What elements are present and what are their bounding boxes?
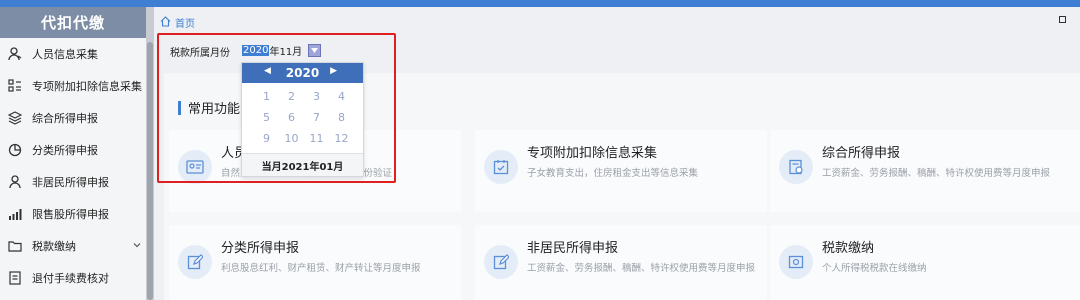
chevron-down-icon[interactable] — [132, 240, 142, 253]
sidebar-item-tax-payment[interactable]: 税款缴纳 — [0, 230, 146, 262]
person-icon — [7, 46, 23, 62]
user-outline-icon — [7, 174, 23, 190]
sidebar-item-label: 专项附加扣除信息采集 — [32, 80, 142, 93]
sidebar-item-category-income[interactable]: 分类所得申报 — [0, 134, 146, 166]
breadcrumb: 首页 — [160, 15, 195, 30]
breadcrumb-home[interactable]: 首页 — [175, 15, 195, 30]
sidebar-item-special-deduction[interactable]: 专项附加扣除信息采集 — [0, 70, 146, 102]
sidebar-item-label: 税款缴纳 — [32, 240, 76, 253]
sidebar-item-personnel-info[interactable]: 人员信息采集 — [0, 38, 146, 70]
pie-clock-icon — [7, 142, 23, 158]
tile-special-deduction[interactable]: 专项附加扣除信息采集 子女教育支出，住房租金支出等信息采集 — [475, 130, 767, 212]
sidebar-item-nonresident-income[interactable]: 非居民所得申报 — [0, 166, 146, 198]
tile-comprehensive-income[interactable]: 综合所得申报 工资薪金、劳务报酬、稿酬、特许权使用费等月度申报 — [770, 130, 1080, 212]
tile-tax-payment[interactable]: 税款缴纳 个人所得税税款在线缴纳 — [770, 225, 1080, 300]
sidebar-item-label: 非居民所得申报 — [32, 176, 109, 189]
tile-title: 分类所得申报 — [221, 241, 300, 256]
layers-icon — [7, 110, 23, 126]
tile-title: 综合所得申报 — [822, 146, 901, 161]
tile-title: 非居民所得申报 — [527, 241, 619, 256]
document-icon — [7, 270, 23, 286]
sidebar-item-label: 限售股所得申报 — [32, 208, 109, 221]
tile-desc: 个人所得税税款在线缴纳 — [822, 263, 927, 274]
grid-list-icon — [7, 78, 23, 94]
tile-title: 专项附加扣除信息采集 — [527, 146, 658, 161]
tile-nonresident-income[interactable]: 非居民所得申报 工资薪金、劳务报酬、稿酬、特许权使用费等月度申报 — [475, 225, 767, 300]
sidebar-item-restricted-shares[interactable]: 限售股所得申报 — [0, 198, 146, 230]
folder-icon — [7, 238, 23, 254]
sidebar-scrollbar[interactable] — [146, 7, 154, 300]
tile-desc: 工资薪金、劳务报酬、稿酬、特许权使用费等月度申报 — [822, 168, 1051, 179]
sidebar-item-label: 综合所得申报 — [32, 112, 98, 125]
tile-category-income[interactable]: 分类所得申报 利息股息红利、财产租赁、财产转让等月度申报 — [169, 225, 461, 300]
tile-desc: 工资薪金、劳务报酬、稿酬、特许权使用费等月度申报 — [527, 263, 756, 274]
annotation-highlight-box — [157, 33, 396, 183]
edit-icon — [178, 245, 212, 279]
payment-icon — [779, 245, 813, 279]
report-icon — [779, 150, 813, 184]
sidebar-item-refund-fee-check[interactable]: 退付手续费核对 — [0, 262, 146, 294]
sidebar-item-comprehensive-income[interactable]: 综合所得申报 — [0, 102, 146, 134]
sidebar-item-label: 人员信息采集 — [32, 48, 98, 61]
sidebar-title: 代扣代缴 — [0, 7, 146, 38]
tile-title: 税款缴纳 — [822, 241, 875, 256]
tile-desc: 利息股息红利、财产租赁、财产转让等月度申报 — [221, 263, 421, 274]
scrollbar-thumb[interactable] — [147, 42, 153, 300]
window-restore-icon[interactable] — [1059, 16, 1066, 23]
sidebar-item-label: 分类所得申报 — [32, 144, 98, 157]
tile-desc: 子女教育支出，住房租金支出等信息采集 — [527, 168, 699, 179]
edit-icon — [484, 245, 518, 279]
calendar-doc-icon — [484, 150, 518, 184]
top-bar — [0, 0, 1080, 7]
bar-chart-icon — [7, 206, 23, 222]
sidebar: 代扣代缴 人员信息采集 专项附加扣除信息采集 综合所得申报 分类所得申报 非居民… — [0, 7, 146, 300]
home-icon — [160, 15, 171, 30]
sidebar-item-label: 退付手续费核对 — [32, 272, 109, 285]
